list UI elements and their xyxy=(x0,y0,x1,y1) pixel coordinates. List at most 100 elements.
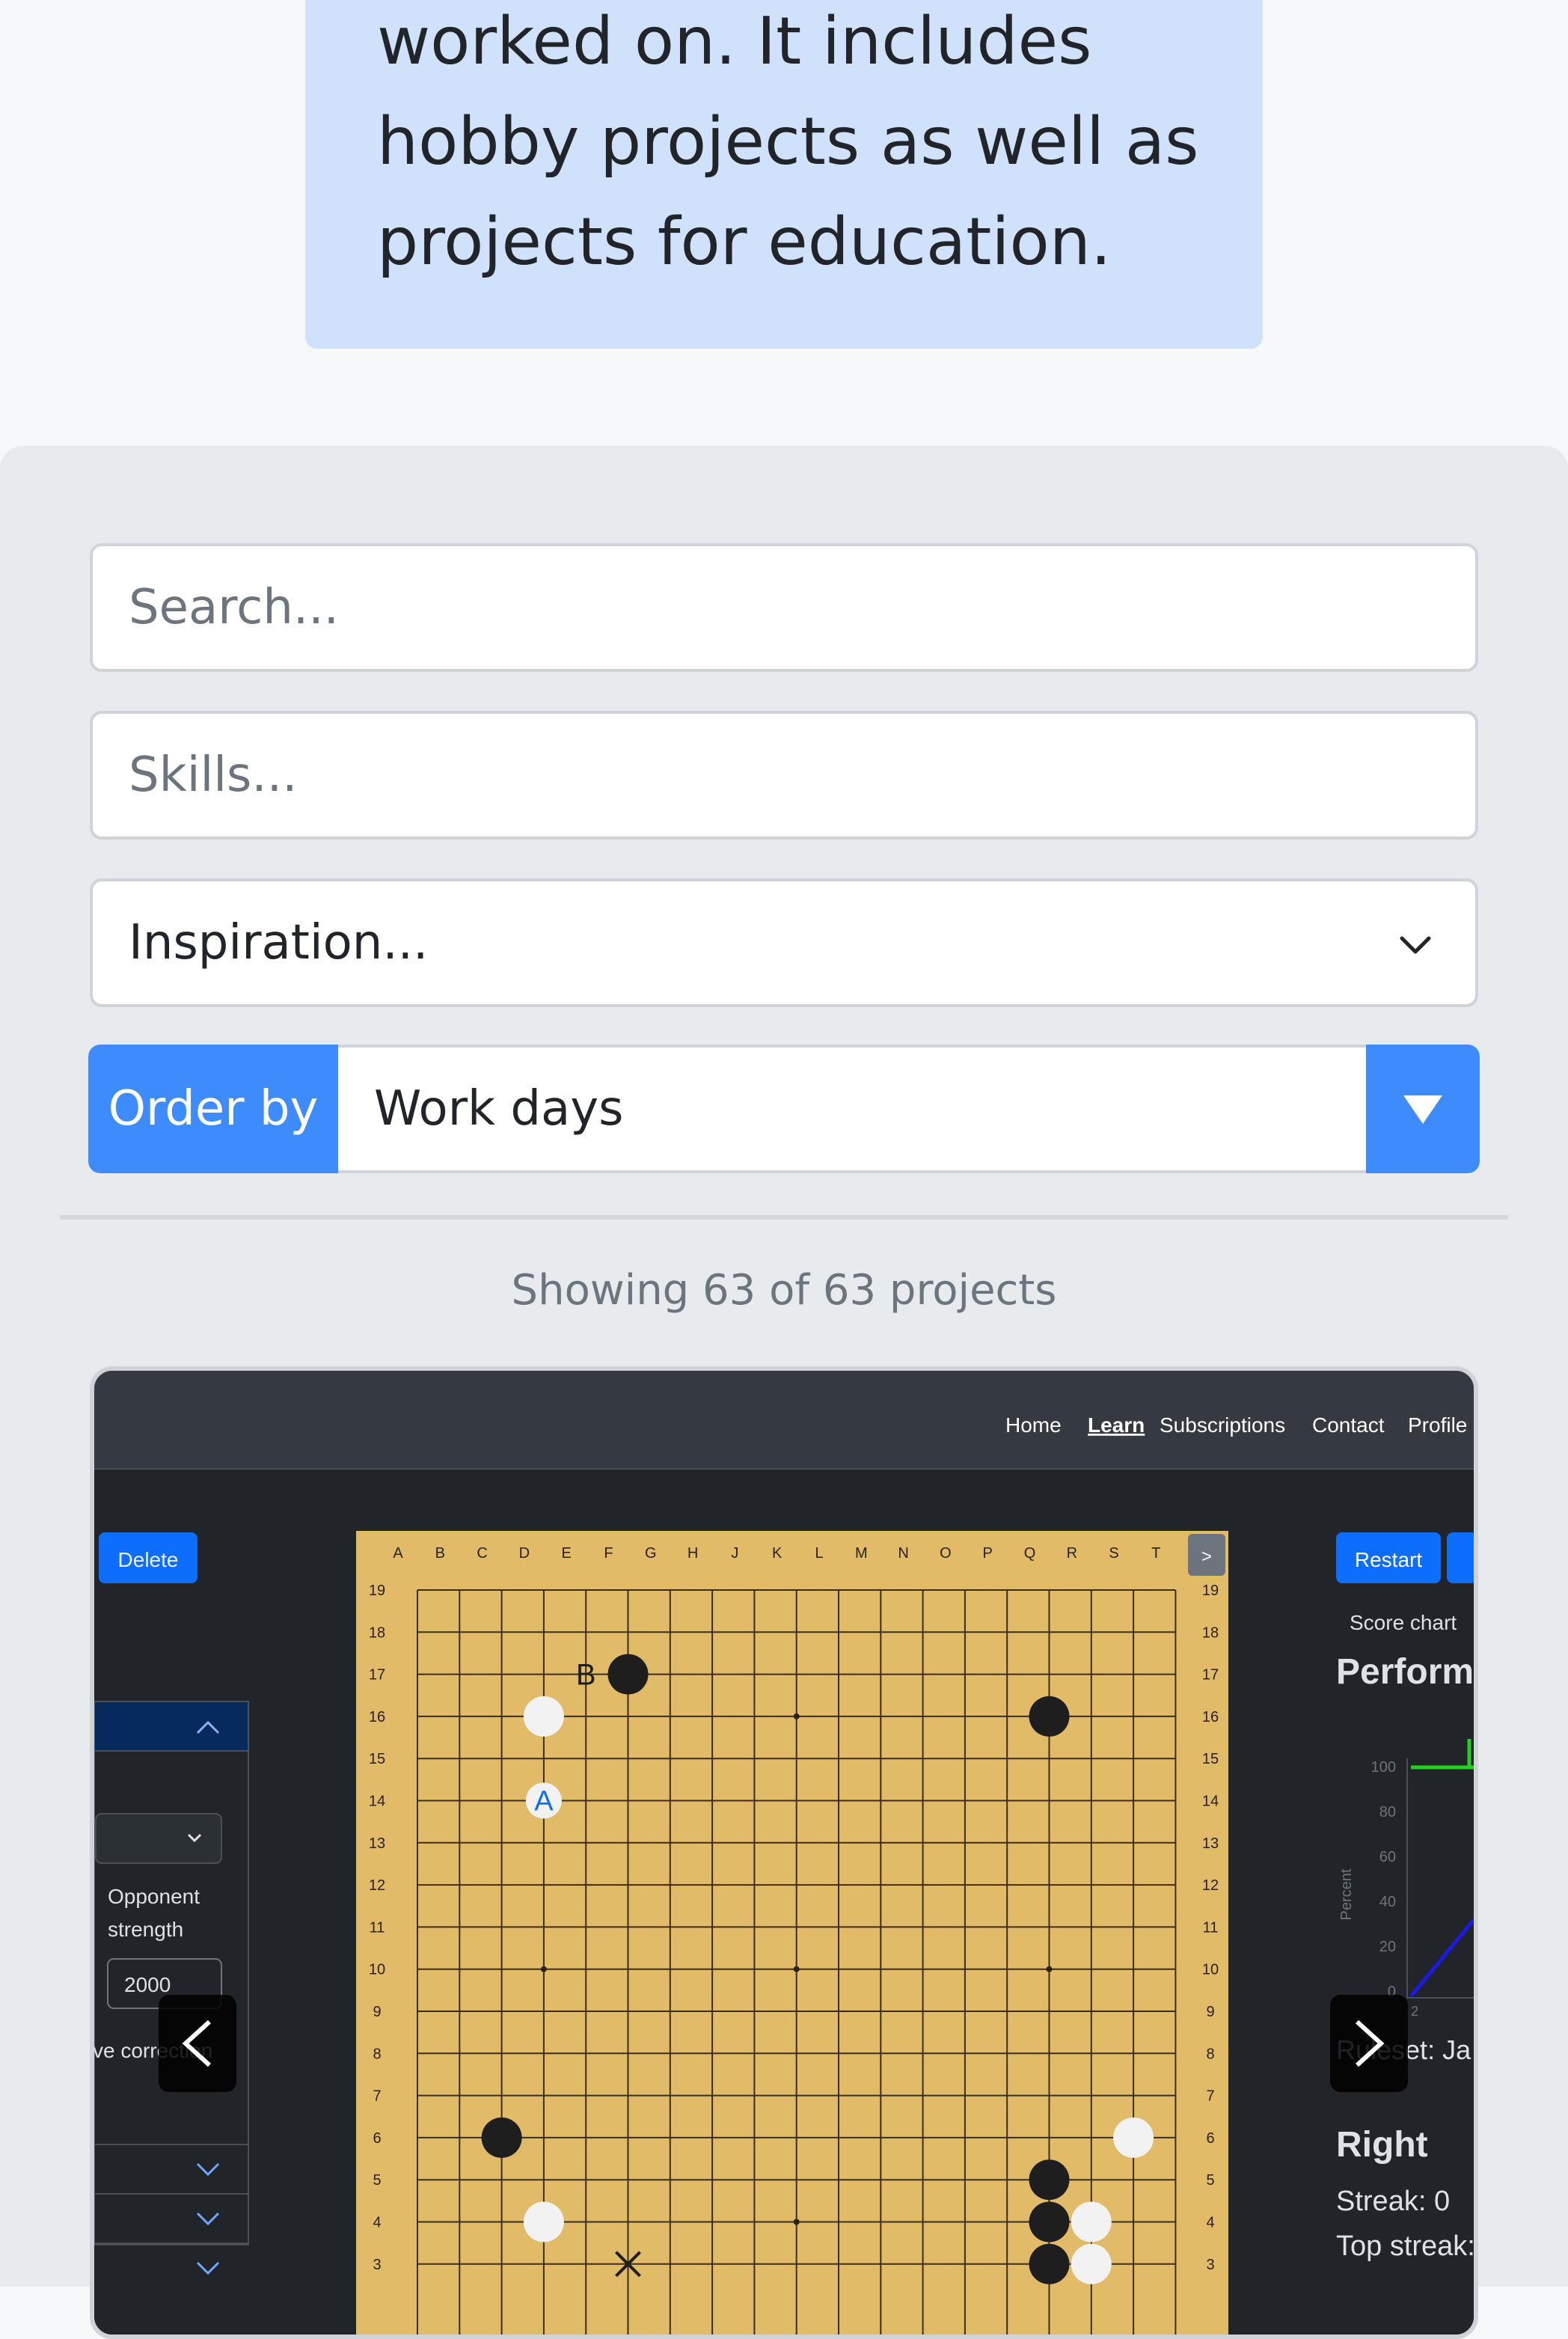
star-point xyxy=(1046,1966,1053,1972)
white-stone xyxy=(523,2201,564,2242)
skills-input[interactable]: Skills... xyxy=(90,711,1478,840)
column-label: J xyxy=(731,1545,738,1562)
column-label: T xyxy=(1151,1545,1160,1562)
column-label: L xyxy=(815,1545,823,1562)
row-label: 17 xyxy=(1202,1667,1219,1684)
column-label: P xyxy=(983,1545,993,1562)
row-label: 8 xyxy=(1206,2046,1214,2062)
white-stone xyxy=(523,1696,564,1737)
row-label: 15 xyxy=(369,1751,385,1767)
svg-text:strength: strength xyxy=(108,1918,183,1941)
row-label: 10 xyxy=(1202,1962,1219,1978)
black-stone xyxy=(1029,2159,1070,2201)
intro-line: hobby projects as well as xyxy=(377,103,1199,180)
row-label: 19 xyxy=(1202,1583,1219,1599)
order-by-select[interactable]: Work days xyxy=(338,1045,1456,1173)
order-by-group: Order by Work days xyxy=(88,1045,1480,1173)
row-label: 14 xyxy=(369,1794,385,1810)
column-label: F xyxy=(604,1545,613,1562)
column-label: C xyxy=(477,1545,487,1562)
row-label: 9 xyxy=(373,2004,381,2020)
column-label: S xyxy=(1109,1545,1118,1562)
svg-text:Perform: Perform xyxy=(1336,1652,1474,1692)
chevron-right-icon xyxy=(1355,2020,1385,2067)
column-label: R xyxy=(1067,1545,1077,1562)
black-stone xyxy=(607,1654,649,1695)
skills-placeholder: Skills... xyxy=(129,747,298,803)
delete-label: Delete xyxy=(118,1548,179,1571)
row-label: 12 xyxy=(369,1877,385,1894)
order-by-label: Order by xyxy=(88,1045,338,1173)
row-label: 18 xyxy=(369,1624,385,1641)
row-label: 18 xyxy=(1202,1624,1219,1641)
white-stone xyxy=(1071,2243,1112,2284)
divider xyxy=(60,1215,1508,1220)
row-label: 7 xyxy=(1206,2088,1214,2105)
white-stone xyxy=(1113,2117,1154,2158)
white-stone xyxy=(1071,2201,1112,2242)
carousel-prev-button[interactable] xyxy=(159,1995,236,2092)
svg-text:100: 100 xyxy=(1371,1759,1396,1776)
svg-text:Streak: 0: Streak: 0 xyxy=(1336,2186,1450,2217)
intro-callout: worked on. It includes hobby projects as… xyxy=(305,0,1263,349)
column-label: M xyxy=(855,1545,868,1562)
row-label: 14 xyxy=(1202,1794,1219,1810)
svg-text:80: 80 xyxy=(1379,1804,1396,1820)
row-label: 11 xyxy=(1203,1919,1219,1936)
row-label: 19 xyxy=(369,1583,385,1599)
svg-text:>: > xyxy=(1201,1547,1212,1567)
marker-a-label: A xyxy=(534,1786,554,1817)
search-input[interactable]: Search... xyxy=(90,543,1478,672)
row-label: 13 xyxy=(1202,1835,1219,1852)
project-screenshot: Home Learn Subscriptions Contact Profile… xyxy=(94,1371,1474,2335)
intro-line: projects for education. xyxy=(377,204,1112,280)
column-label: O xyxy=(940,1545,952,1562)
row-label: 4 xyxy=(1206,2215,1214,2231)
column-label: B xyxy=(435,1545,445,1562)
order-by-value: Work days xyxy=(374,1081,624,1137)
svg-text:2: 2 xyxy=(1411,2004,1418,2019)
svg-text:Restart: Restart xyxy=(1355,1548,1422,1571)
row-label: 6 xyxy=(1206,2130,1214,2147)
intro-line: worked on. It includes xyxy=(377,3,1092,79)
sort-direction-button[interactable] xyxy=(1366,1045,1480,1173)
svg-text:Score chart: Score chart xyxy=(1350,1611,1457,1634)
inspiration-select[interactable]: Inspiration... xyxy=(90,878,1478,1007)
row-label: 6 xyxy=(373,2130,381,2147)
svg-text:Top streak:: Top streak: xyxy=(1336,2231,1474,2262)
row-label: 12 xyxy=(1202,1877,1219,1894)
column-label: N xyxy=(898,1545,908,1562)
project-card[interactable]: Home Learn Subscriptions Contact Profile… xyxy=(90,1366,1478,2339)
svg-text:20: 20 xyxy=(1379,1939,1396,1955)
column-label: H xyxy=(687,1545,698,1562)
column-label: E xyxy=(562,1545,572,1562)
row-label: 16 xyxy=(1202,1709,1219,1725)
triangle-down-icon xyxy=(1403,1095,1442,1124)
column-label: A xyxy=(393,1545,403,1562)
column-label: G xyxy=(645,1545,657,1562)
column-label: Q xyxy=(1024,1545,1036,1562)
svg-text:Percent: Percent xyxy=(1338,1868,1355,1920)
star-point xyxy=(540,1966,547,1972)
nav-link: Home xyxy=(1005,1413,1062,1437)
row-label: 5 xyxy=(1206,2172,1214,2189)
row-label: 17 xyxy=(369,1667,385,1684)
black-stone xyxy=(1029,2243,1070,2284)
black-stone xyxy=(1029,1696,1070,1737)
star-point xyxy=(793,1966,800,1972)
svg-text:40: 40 xyxy=(1379,1894,1396,1910)
row-label: 9 xyxy=(1206,2004,1214,2020)
row-label: 13 xyxy=(369,1835,385,1852)
svg-text:60: 60 xyxy=(1379,1849,1396,1865)
row-label: 3 xyxy=(373,2257,381,2273)
column-label: K xyxy=(772,1545,783,1562)
marker-b-label: B xyxy=(576,1659,596,1692)
result-count: Showing 63 of 63 projects xyxy=(511,1266,1057,1315)
nav-link-active: Learn xyxy=(1088,1413,1145,1437)
row-label: 4 xyxy=(373,2215,381,2231)
black-stone xyxy=(481,2117,522,2158)
svg-text:2000: 2000 xyxy=(124,1973,171,1996)
svg-text:Right: Right xyxy=(1336,2125,1428,2165)
row-label: 10 xyxy=(369,1962,385,1978)
carousel-next-button[interactable] xyxy=(1330,1995,1408,2092)
